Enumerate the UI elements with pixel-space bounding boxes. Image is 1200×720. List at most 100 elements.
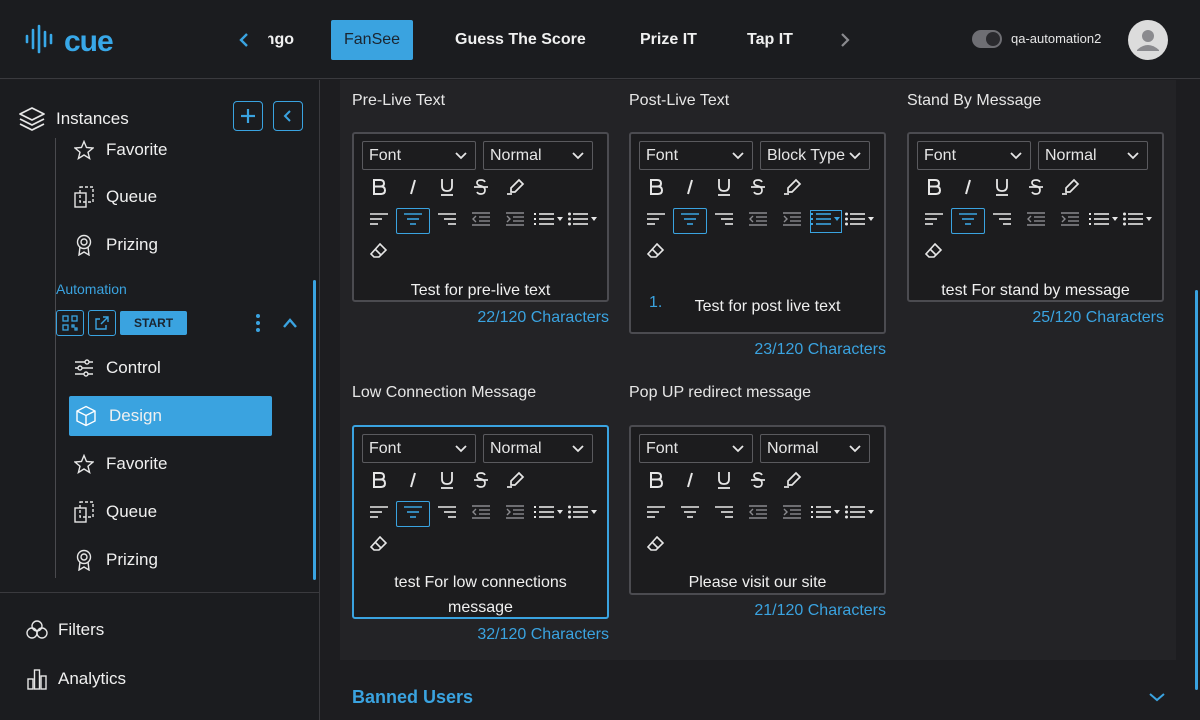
- align-left-button[interactable]: [639, 208, 673, 234]
- outdent-button[interactable]: [464, 208, 498, 234]
- highlight-button[interactable]: [775, 469, 809, 495]
- block-type-select[interactable]: Normal: [1038, 141, 1148, 170]
- bullet-list-button[interactable]: [843, 501, 877, 527]
- open-external-button[interactable]: [88, 310, 116, 336]
- block-type-select[interactable]: Normal: [760, 434, 870, 463]
- low-connection-text[interactable]: test For low connections message: [354, 570, 607, 620]
- strikethrough-button[interactable]: [741, 176, 775, 202]
- tab-ngo[interactable]: ngo: [268, 20, 294, 60]
- main-scrollbar[interactable]: [1195, 290, 1198, 690]
- underline-button[interactable]: [707, 176, 741, 202]
- stand-by-text[interactable]: test For stand by message: [909, 278, 1162, 303]
- block-type-select[interactable]: Normal: [483, 141, 593, 170]
- ordered-list-button[interactable]: [532, 501, 566, 527]
- sidebar-item-filters[interactable]: Filters: [26, 620, 104, 640]
- tab-guess-the-score[interactable]: Guess The Score: [455, 20, 586, 60]
- font-select[interactable]: Font: [639, 141, 753, 170]
- outdent-button[interactable]: [741, 208, 775, 234]
- popup-redirect-editor[interactable]: Font Normal Please visit our site: [629, 425, 886, 595]
- sidebar-item-design[interactable]: Design: [69, 396, 272, 436]
- tab-prize-it[interactable]: Prize IT: [640, 20, 697, 60]
- font-select[interactable]: Font: [362, 434, 476, 463]
- align-right-button[interactable]: [430, 208, 464, 234]
- collapse-automation-button[interactable]: [280, 314, 300, 332]
- align-right-button[interactable]: [430, 501, 464, 527]
- indent-button[interactable]: [498, 501, 532, 527]
- outdent-button[interactable]: [1019, 208, 1053, 234]
- align-right-button[interactable]: [707, 501, 741, 527]
- align-center-button[interactable]: [396, 208, 430, 234]
- stand-by-editor[interactable]: Font Normal test For stand by message: [907, 132, 1164, 302]
- font-select[interactable]: Font: [917, 141, 1031, 170]
- underline-button[interactable]: [985, 176, 1019, 202]
- sidebar-item-queue[interactable]: Queue: [74, 492, 157, 532]
- ordered-list-button[interactable]: [809, 208, 843, 234]
- indent-button[interactable]: [775, 208, 809, 234]
- pre-live-editor[interactable]: Font Normal Test for pre-live text: [352, 132, 609, 302]
- align-right-button[interactable]: [985, 208, 1019, 234]
- tabs-next-button[interactable]: [833, 28, 857, 52]
- align-left-button[interactable]: [362, 501, 396, 527]
- strikethrough-button[interactable]: [464, 469, 498, 495]
- strikethrough-button[interactable]: [1019, 176, 1053, 202]
- theme-toggle[interactable]: [972, 30, 1002, 48]
- sidebar-item-favorite[interactable]: Favorite: [74, 444, 167, 484]
- italic-button[interactable]: [396, 176, 430, 202]
- align-right-button[interactable]: [707, 208, 741, 234]
- clear-format-button[interactable]: [362, 533, 396, 559]
- more-options-button[interactable]: [250, 312, 266, 334]
- indent-button[interactable]: [498, 208, 532, 234]
- tabs-prev-button[interactable]: [232, 28, 256, 52]
- bullet-list-button[interactable]: [843, 208, 877, 234]
- outdent-button[interactable]: [741, 501, 775, 527]
- underline-button[interactable]: [430, 176, 464, 202]
- collapse-sidebar-button[interactable]: [273, 101, 303, 131]
- qr-code-button[interactable]: [56, 310, 84, 336]
- bold-button[interactable]: [639, 176, 673, 202]
- align-center-button[interactable]: [673, 501, 707, 527]
- low-connection-editor[interactable]: Font Normal test For low connections mes…: [352, 425, 609, 619]
- sidebar-item-analytics[interactable]: Analytics: [26, 668, 126, 690]
- bullet-list-button[interactable]: [566, 501, 600, 527]
- block-type-select[interactable]: Normal: [483, 434, 593, 463]
- clear-format-button[interactable]: [917, 240, 951, 266]
- bullet-list-button[interactable]: [1121, 208, 1155, 234]
- align-left-button[interactable]: [639, 501, 673, 527]
- strikethrough-button[interactable]: [464, 176, 498, 202]
- sidebar-item-control[interactable]: Control: [74, 348, 161, 388]
- indent-button[interactable]: [1053, 208, 1087, 234]
- highlight-button[interactable]: [498, 469, 532, 495]
- align-center-button[interactable]: [396, 501, 430, 527]
- font-select[interactable]: Font: [362, 141, 476, 170]
- logo[interactable]: cue: [24, 24, 114, 59]
- sidebar-item-queue-top[interactable]: Queue: [74, 177, 157, 217]
- align-center-button[interactable]: [673, 208, 707, 234]
- ordered-list-button[interactable]: [809, 501, 843, 527]
- italic-button[interactable]: [951, 176, 985, 202]
- underline-button[interactable]: [707, 469, 741, 495]
- font-select[interactable]: Font: [639, 434, 753, 463]
- align-left-button[interactable]: [362, 208, 396, 234]
- start-button[interactable]: START: [120, 311, 188, 335]
- bold-button[interactable]: [639, 469, 673, 495]
- sidebar-item-favorite-top[interactable]: Favorite: [74, 138, 167, 170]
- indent-button[interactable]: [775, 501, 809, 527]
- add-instance-button[interactable]: [233, 101, 263, 131]
- clear-format-button[interactable]: [639, 533, 673, 559]
- avatar[interactable]: [1128, 20, 1168, 60]
- clear-format-button[interactable]: [639, 240, 673, 266]
- outdent-button[interactable]: [464, 501, 498, 527]
- highlight-button[interactable]: [498, 176, 532, 202]
- sidebar-scrollbar[interactable]: [313, 280, 316, 580]
- highlight-button[interactable]: [775, 176, 809, 202]
- post-live-text[interactable]: Test for post live text: [641, 294, 894, 319]
- banned-users-title[interactable]: Banned Users: [352, 687, 473, 708]
- ordered-list-button[interactable]: [1087, 208, 1121, 234]
- pre-live-text[interactable]: Test for pre-live text: [354, 278, 607, 303]
- align-center-button[interactable]: [951, 208, 985, 234]
- expand-banned-users-button[interactable]: [1147, 690, 1167, 709]
- tab-tap-it[interactable]: Tap IT: [747, 20, 793, 60]
- italic-button[interactable]: [396, 469, 430, 495]
- bold-button[interactable]: [362, 176, 396, 202]
- underline-button[interactable]: [430, 469, 464, 495]
